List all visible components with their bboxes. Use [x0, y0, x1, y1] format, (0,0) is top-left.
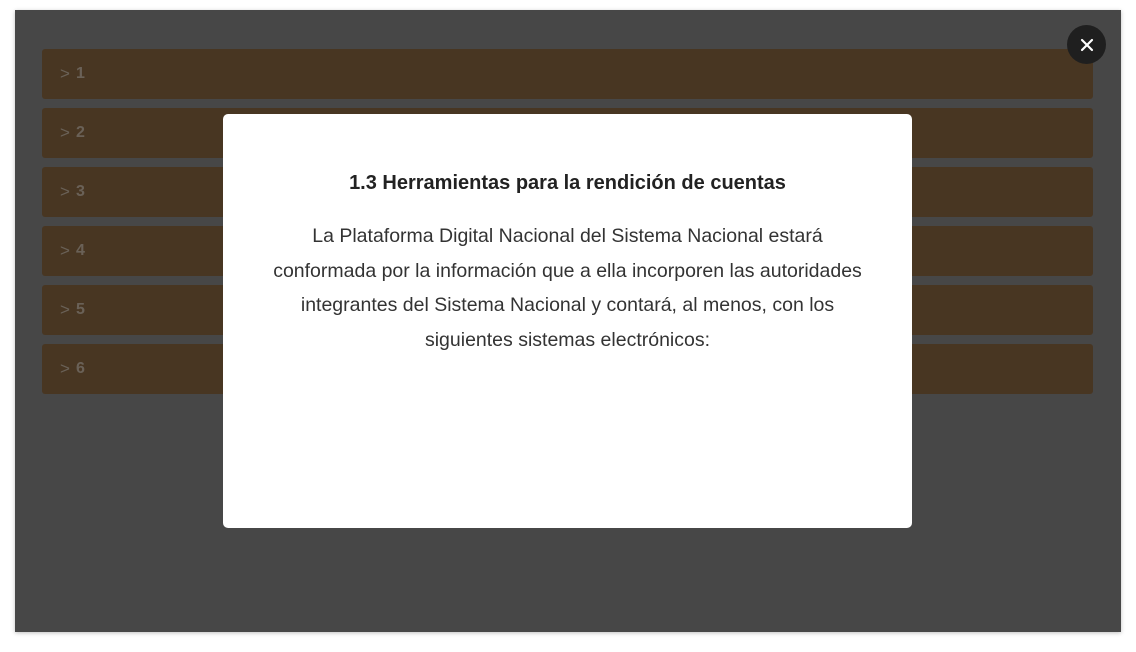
- modal-body-text: La Plataforma Digital Nacional del Siste…: [273, 225, 862, 351]
- modal-title: 1.3 Herramientas para la rendición de cu…: [349, 172, 786, 194]
- lightbox-frame: > 1 > 2 > 3 > 4 > 5 > 6 1.3 Herramientas…: [15, 10, 1121, 632]
- close-icon: [1080, 38, 1093, 51]
- close-button[interactable]: [1067, 25, 1106, 64]
- modal-dialog: 1.3 Herramientas para la rendición de cu…: [223, 114, 912, 528]
